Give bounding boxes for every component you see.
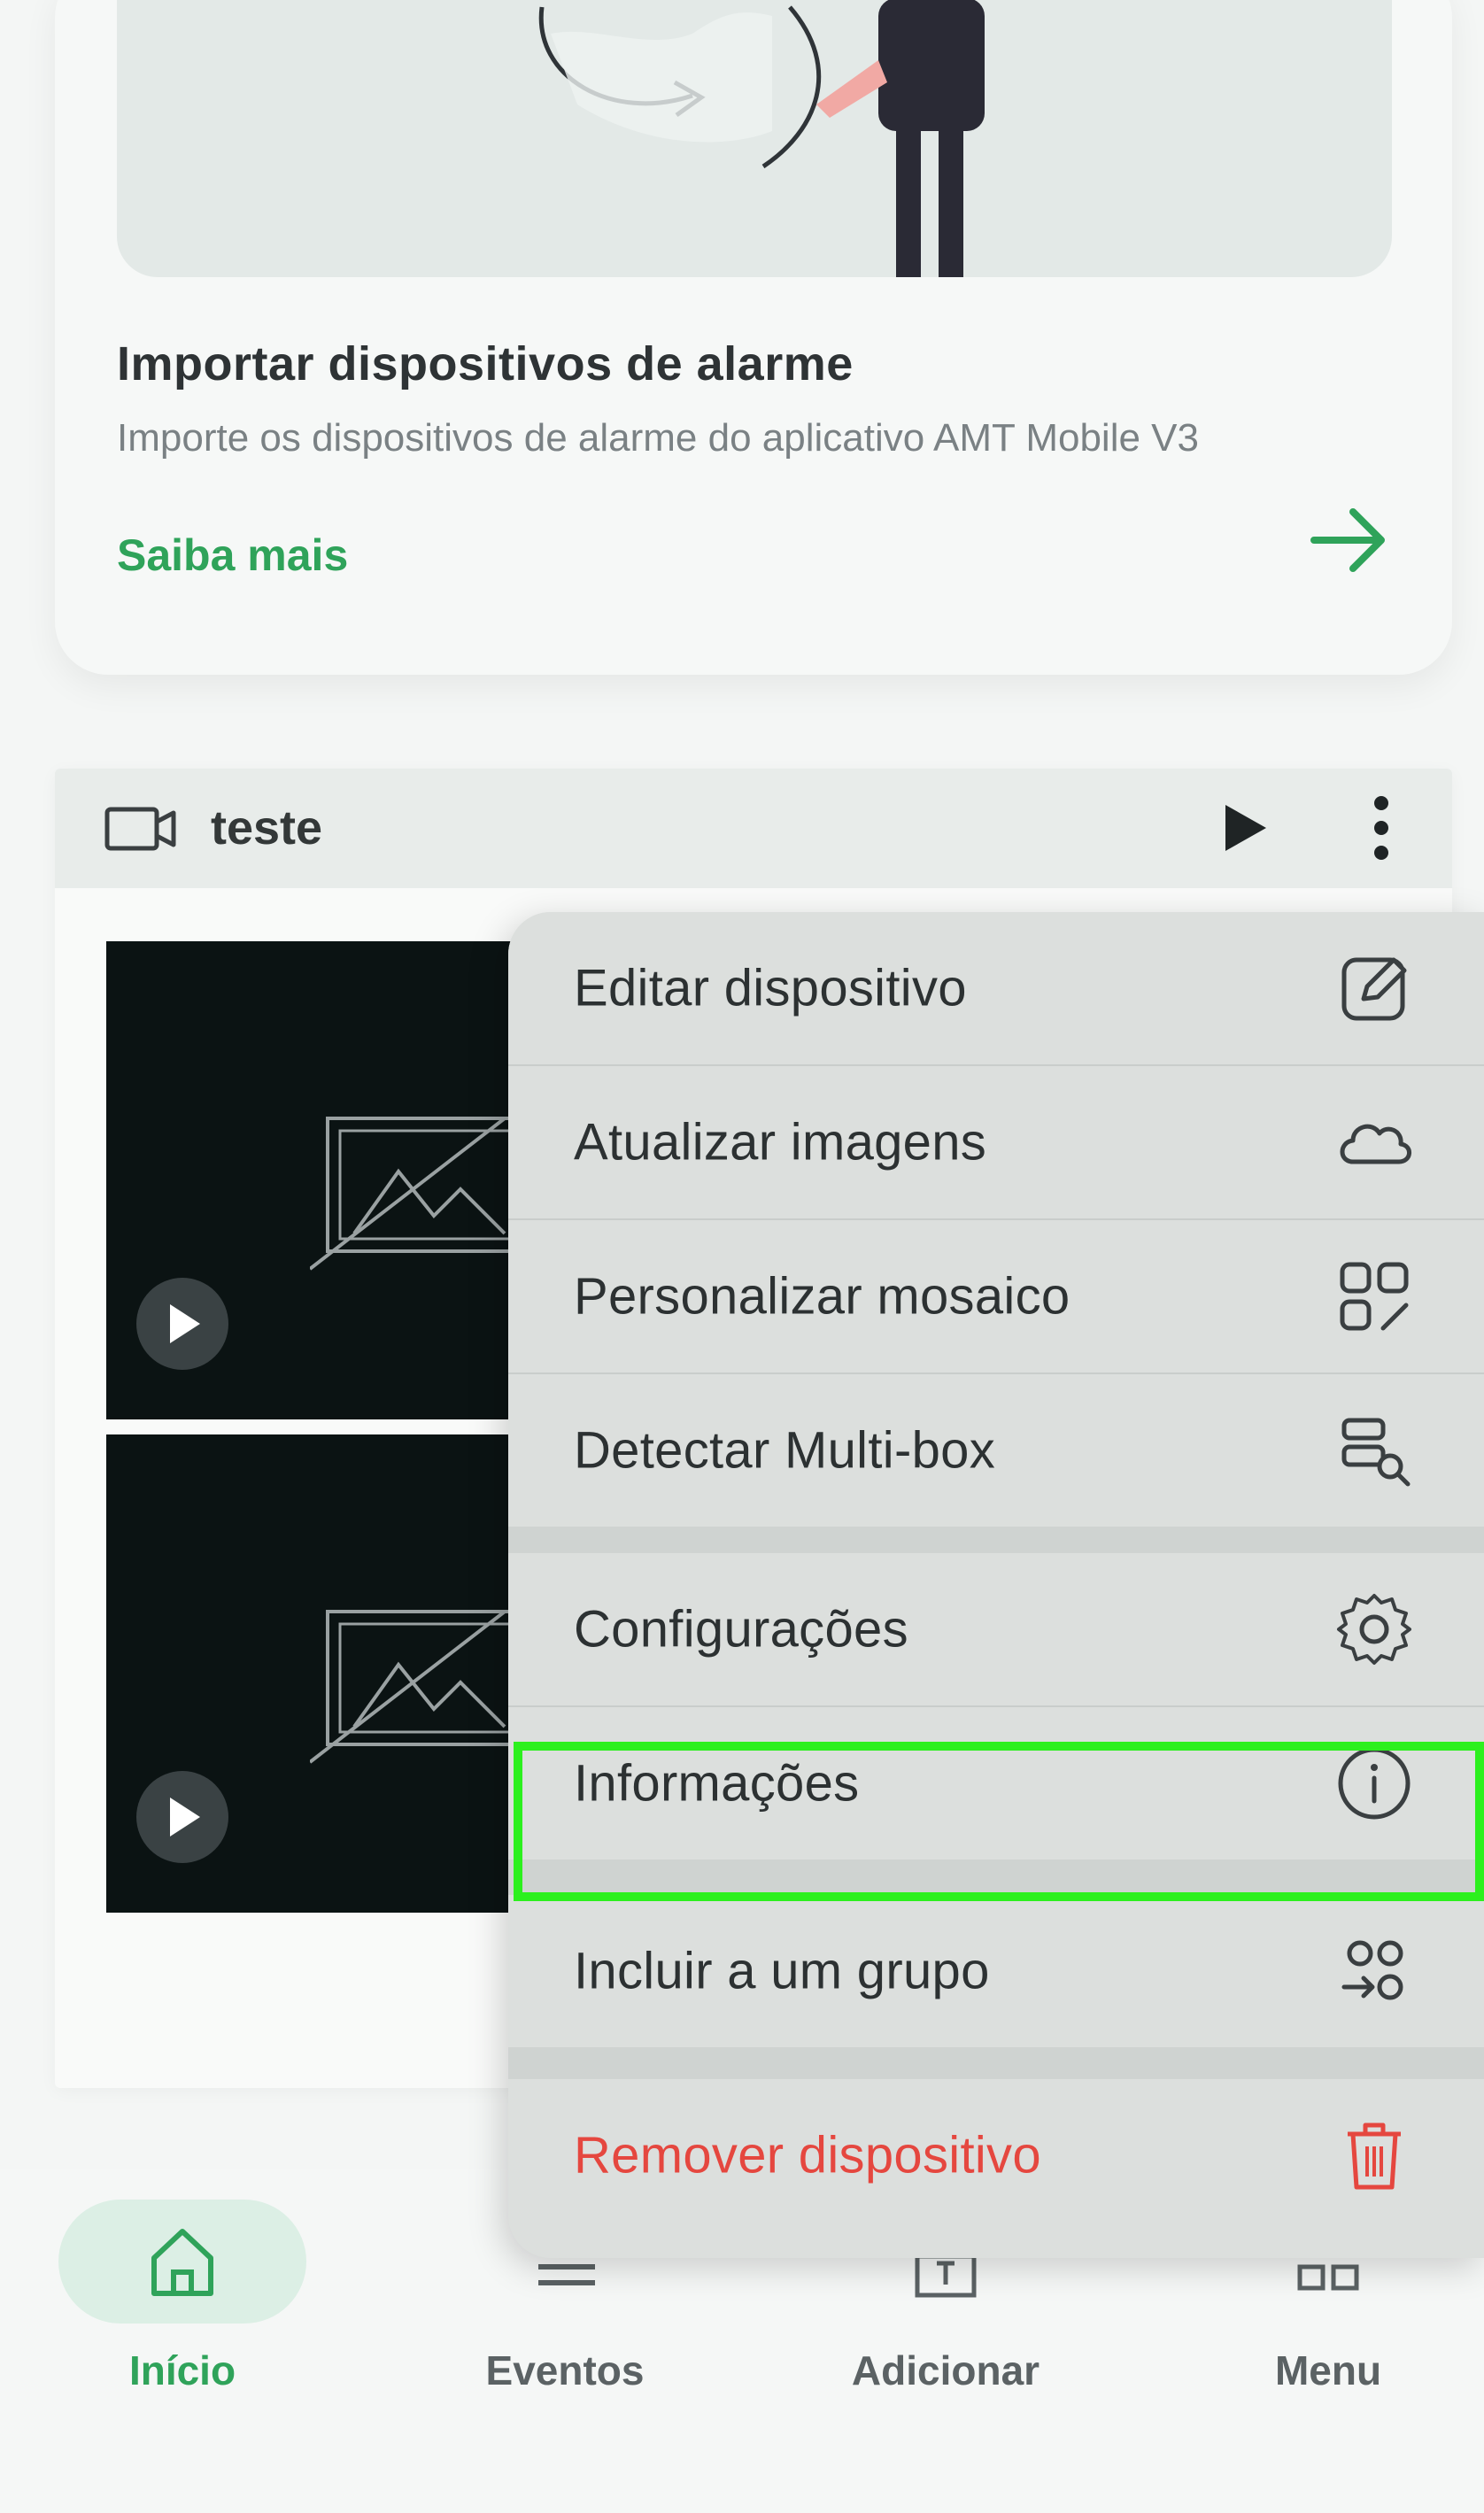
gear-icon — [1332, 1587, 1417, 1672]
home-icon[interactable] — [138, 2217, 227, 2306]
menu-item-refresh-images[interactable]: Atualizar imagens — [508, 1066, 1484, 1220]
menu-item-remove-device[interactable]: Remover dispositivo — [508, 2079, 1484, 2231]
menu-divider — [508, 1527, 1484, 1553]
arrow-right-icon[interactable] — [1303, 496, 1392, 584]
detect-icon — [1332, 1408, 1417, 1493]
play-icon[interactable] — [1220, 801, 1270, 854]
nav-label-menu[interactable]: Menu — [1195, 2347, 1461, 2394]
nav-label-inicio[interactable]: Início — [50, 2347, 315, 2394]
cloud-icon — [1332, 1100, 1417, 1185]
promo-title: Importar dispositivos de alarme — [117, 337, 854, 390]
menu-item-label: Atualizar imagens — [574, 1113, 987, 1171]
nav-label-adicionar[interactable]: Adicionar — [813, 2347, 1078, 2394]
trash-icon — [1332, 2113, 1417, 2198]
camera-icon — [104, 804, 177, 854]
no-image-icon — [310, 1610, 524, 1764]
thumbnail-play-button[interactable] — [136, 1278, 228, 1370]
more-options-icon[interactable] — [1355, 793, 1408, 863]
no-image-icon — [310, 1117, 524, 1271]
promo-card: Importar dispositivos de alarme Importe … — [55, 0, 1452, 675]
nav-label-eventos[interactable]: Eventos — [432, 2347, 698, 2394]
mosaic-icon — [1332, 1254, 1417, 1339]
menu-divider — [508, 2047, 1484, 2079]
menu-item-settings[interactable]: Configurações — [508, 1553, 1484, 1707]
edit-icon — [1332, 946, 1417, 1031]
menu-item-label: Personalizar mosaico — [574, 1267, 1070, 1326]
promo-illustration — [117, 0, 1392, 277]
highlight-box — [514, 1742, 1484, 1901]
menu-item-label: Remover dispositivo — [574, 2126, 1041, 2184]
thumbnail-play-button[interactable] — [136, 1771, 228, 1863]
menu-item-label: Detectar Multi-box — [574, 1421, 995, 1480]
context-menu: Editar dispositivo Atualizar imagens Per… — [508, 912, 1484, 2258]
device-name: teste — [211, 801, 323, 854]
menu-item-label: Incluir a um grupo — [574, 1942, 990, 2000]
camera-thumbnail[interactable] — [106, 941, 531, 1419]
menu-item-label: Configurações — [574, 1600, 908, 1659]
menu-item-customize-mosaic[interactable]: Personalizar mosaico — [508, 1220, 1484, 1374]
menu-item-add-to-group[interactable]: Incluir a um grupo — [508, 1895, 1484, 2047]
camera-thumbnail[interactable] — [106, 1434, 531, 1913]
learn-more-link[interactable]: Saiba mais — [117, 530, 348, 581]
menu-item-edit-device[interactable]: Editar dispositivo — [508, 912, 1484, 1066]
group-add-icon — [1332, 1929, 1417, 2014]
import-illustration — [538, 0, 985, 277]
menu-item-detect-multibox[interactable]: Detectar Multi-box — [508, 1374, 1484, 1527]
menu-item-label: Editar dispositivo — [574, 959, 967, 1017]
promo-description: Importe os dispositivos de alarme do apl… — [117, 416, 1199, 460]
